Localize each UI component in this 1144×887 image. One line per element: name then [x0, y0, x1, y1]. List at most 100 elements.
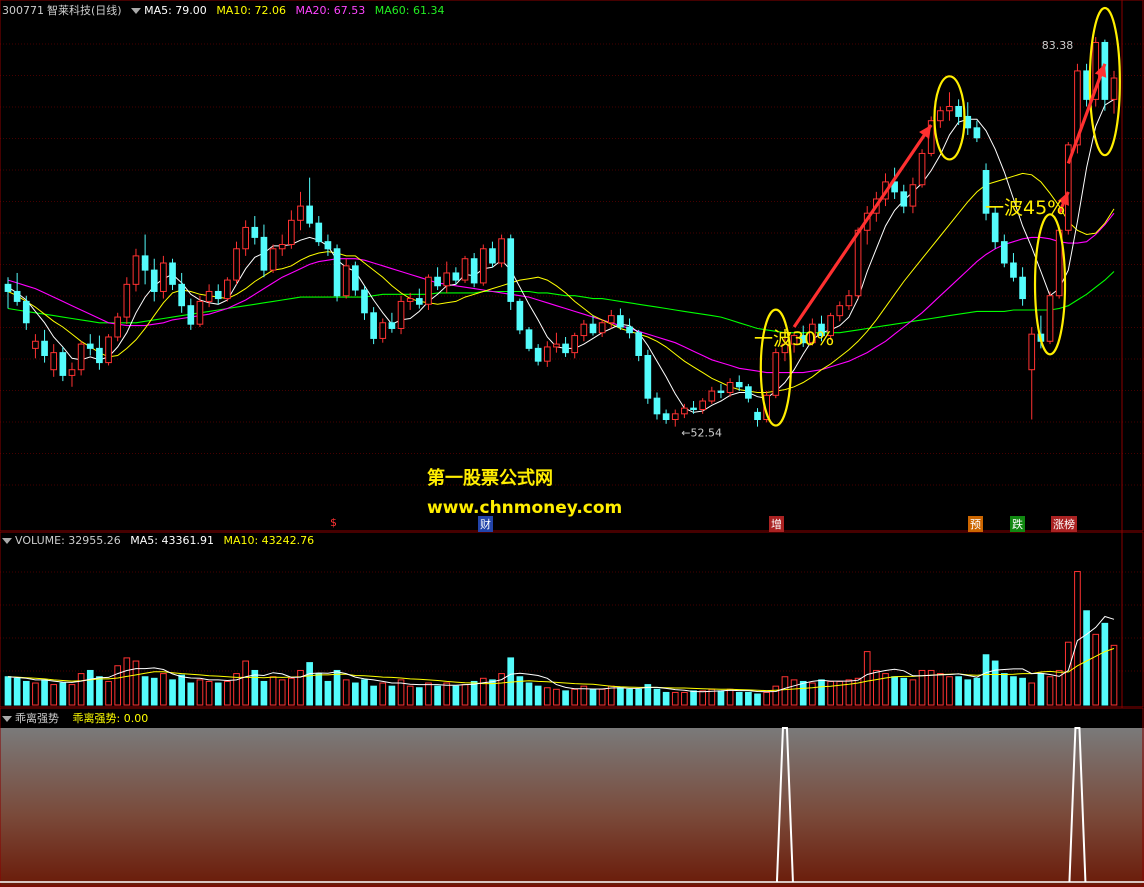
volume-bar: [315, 673, 323, 706]
candle-body: [123, 283, 131, 318]
candle-body: [681, 407, 688, 415]
volume-bar: [297, 669, 304, 706]
candle: [662, 409, 670, 424]
volume-bar: [132, 660, 140, 706]
volume-bar: [790, 679, 798, 706]
volume-bar: [543, 687, 551, 706]
volume-bar: [891, 676, 898, 706]
candle-body: [845, 295, 853, 307]
candle-body: [525, 329, 533, 349]
volume-bar: [1028, 682, 1036, 706]
candle: [635, 329, 643, 362]
volume-bar: [388, 685, 396, 706]
candle-body: [516, 300, 524, 331]
volume-bar: [178, 674, 186, 706]
candle: [50, 344, 58, 377]
indicator-header: 乖离强势 乖离强势: 0.00: [2, 710, 154, 726]
candle-body: [745, 386, 752, 399]
volume-chart[interactable]: [0, 532, 1144, 708]
watermark-url: www.chnmoney.com: [427, 498, 623, 518]
indicator-chart[interactable]: [0, 708, 1144, 887]
volume-bar: [662, 691, 670, 706]
candle-body: [352, 265, 359, 291]
candle-body: [699, 400, 707, 411]
candle: [626, 318, 633, 339]
candle: [534, 344, 542, 366]
candle-body: [297, 205, 304, 221]
volume-bar: [86, 669, 94, 706]
candle-body: [379, 322, 387, 339]
volume-bar: [434, 685, 441, 706]
candle-body: [607, 315, 615, 324]
event-tag-finance[interactable]: 财: [478, 516, 493, 532]
volume-bar: [22, 680, 30, 706]
candle: [571, 332, 579, 359]
chevron-down-icon[interactable]: [131, 8, 142, 14]
event-tag-increase[interactable]: 增: [769, 516, 784, 532]
price-panel[interactable]: 300771 智莱科技(日线) MA5: 79.00 MA10: 72.06 MA…: [0, 0, 1144, 532]
volume-bar: [909, 679, 917, 706]
candle-body: [443, 272, 451, 287]
candle: [653, 392, 661, 420]
candle-body: [105, 336, 112, 364]
event-tag-drop[interactable]: 跌: [1010, 516, 1025, 532]
volume-bar: [361, 679, 368, 706]
volume-bar: [598, 688, 606, 706]
event-tag-gainers[interactable]: 涨榜: [1051, 516, 1077, 532]
price-chart[interactable]: ←52.54 83.38: [0, 0, 1144, 532]
candle-body: [187, 305, 195, 325]
volume-bar: [461, 684, 469, 706]
volume-bar: [955, 676, 962, 706]
candle-body: [68, 369, 76, 376]
candle: [726, 378, 734, 397]
event-tag-dividend[interactable]: $: [328, 516, 339, 529]
volume-bar: [96, 676, 103, 706]
candle-body: [708, 390, 716, 402]
candle-body: [489, 248, 496, 264]
trend-arrow-1: [792, 124, 933, 328]
candle: [397, 295, 405, 335]
candle-body: [13, 290, 21, 302]
volume-bar: [827, 680, 834, 706]
candle-body: [1019, 276, 1026, 300]
candle-body: [1028, 333, 1036, 371]
candle: [160, 255, 167, 299]
event-tag-forecast[interactable]: 预: [968, 516, 983, 532]
volume-bar: [799, 680, 807, 706]
stock-code: 300771: [2, 4, 44, 17]
volume-bar: [809, 682, 816, 706]
candle: [96, 335, 103, 370]
volume-bar: [68, 684, 76, 706]
candle: [845, 290, 853, 310]
candle: [370, 307, 377, 345]
candle: [32, 334, 39, 359]
volume-bar: [406, 685, 414, 706]
candle: [123, 277, 131, 325]
volume-bar: [269, 676, 277, 706]
volume-bar: [745, 691, 752, 706]
candle: [41, 329, 48, 363]
chevron-down-icon[interactable]: [2, 538, 12, 544]
indicator-panel[interactable]: 乖离强势 乖离强势: 0.00: [0, 708, 1144, 887]
volume-bar: [306, 662, 313, 706]
volume-bar: [690, 690, 697, 706]
indicator-name: 乖离强势: [15, 712, 59, 725]
wave2-annotation: 一波45%: [985, 197, 1066, 219]
candle-body: [41, 340, 48, 356]
candle-body: [854, 229, 862, 297]
candle-body: [562, 343, 569, 354]
candle-body: [288, 219, 295, 246]
candle-body: [32, 340, 39, 349]
chevron-down-icon[interactable]: [2, 716, 12, 722]
candle-body: [150, 269, 158, 292]
candle-body: [361, 289, 368, 314]
candle: [516, 298, 524, 335]
volume-bar: [1101, 622, 1109, 706]
volume-bar: [991, 660, 999, 706]
high-price-label: 83.38: [1042, 39, 1074, 52]
volume-bar: [1019, 677, 1026, 706]
volume-bar: [114, 665, 122, 706]
volume-bar: [233, 673, 240, 706]
volume-bar: [150, 677, 158, 706]
volume-panel[interactable]: VOLUME: 32955.26 MA5: 43361.91 MA10: 432…: [0, 532, 1144, 708]
